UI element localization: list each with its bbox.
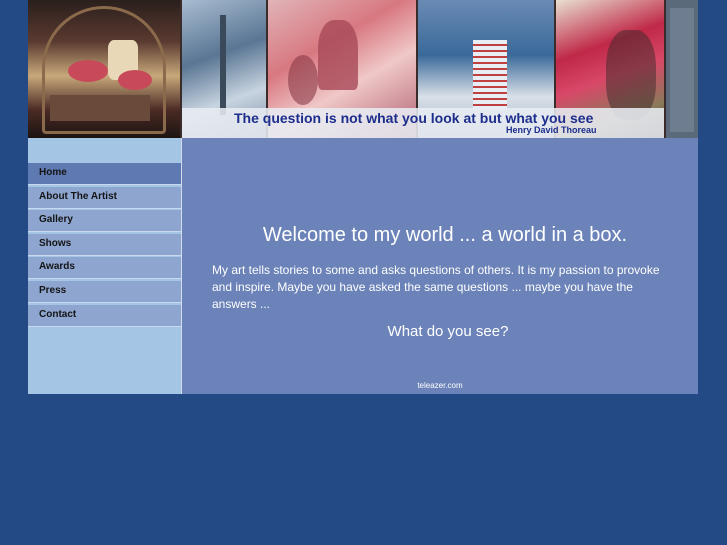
nav-item-awards[interactable]: Awards bbox=[28, 257, 181, 280]
sidebar: Home About The Artist Gallery Shows Awar… bbox=[28, 138, 181, 394]
nav-item-home[interactable]: Home bbox=[28, 163, 181, 185]
banner-artwork-edge bbox=[666, 0, 698, 138]
intro-paragraph: My art tells stories to some and asks qu… bbox=[212, 263, 660, 311]
banner-artwork-box bbox=[28, 0, 180, 138]
nav-item-shows[interactable]: Shows bbox=[28, 233, 181, 256]
main-content: Welcome to my world ... a world in a box… bbox=[182, 138, 698, 394]
banner-quote: The question is not what you look at but… bbox=[234, 110, 594, 126]
nav-item-gallery[interactable]: Gallery bbox=[28, 210, 181, 233]
welcome-headline: Welcome to my world ... a world in a box… bbox=[262, 224, 628, 246]
nav-item-press[interactable]: Press bbox=[28, 280, 181, 303]
question-heading: What do you see? bbox=[387, 323, 509, 340]
main-navigation: Home About The Artist Gallery Shows Awar… bbox=[28, 163, 181, 328]
site-footer-link[interactable]: teleazer.com bbox=[182, 381, 698, 390]
header-banner: The question is not what you look at but… bbox=[28, 0, 698, 138]
site-container: The question is not what you look at but… bbox=[28, 0, 698, 394]
banner-quote-author: Henry David Thoreau bbox=[506, 125, 597, 135]
nav-item-about-the-artist[interactable]: About The Artist bbox=[28, 186, 181, 209]
nav-item-contact[interactable]: Contact bbox=[28, 304, 181, 327]
